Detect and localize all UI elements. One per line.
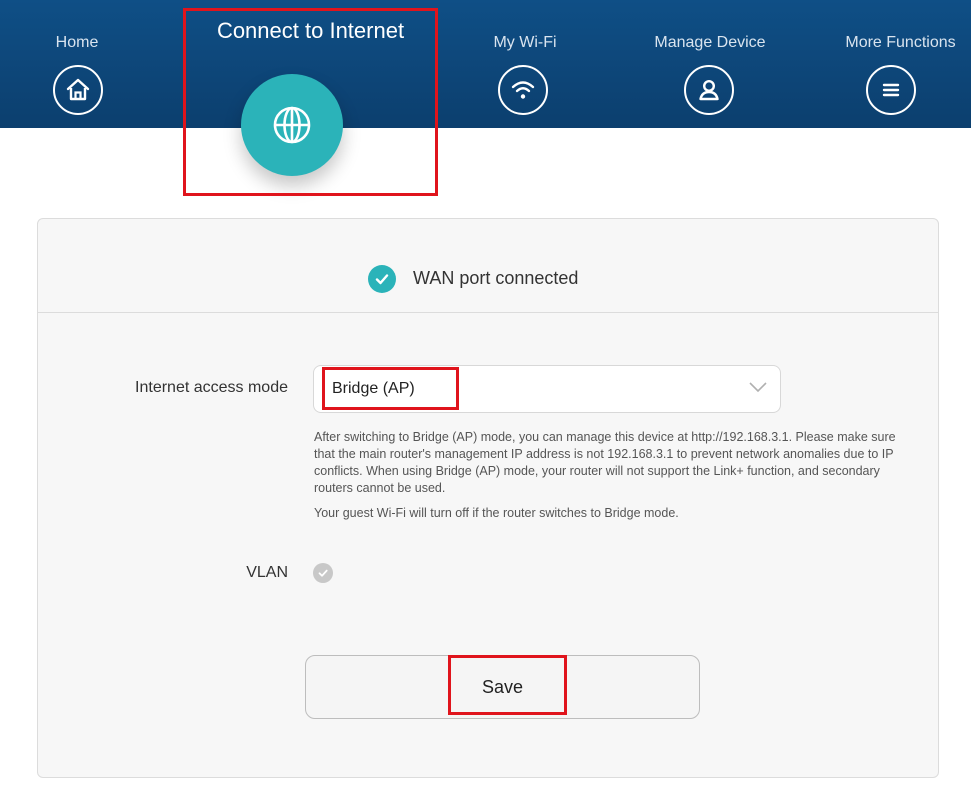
- wan-status-row: WAN port connected: [38, 219, 938, 313]
- vlan-checkbox[interactable]: [313, 563, 333, 583]
- bridge-help-text: After switching to Bridge (AP) mode, you…: [314, 429, 914, 530]
- help-paragraph-bridge: After switching to Bridge (AP) mode, you…: [314, 430, 896, 495]
- vlan-label: VLAN: [246, 564, 288, 581]
- help-paragraph-guest: Your guest Wi-Fi will turn off if the ro…: [314, 506, 679, 520]
- access-mode-value: Bridge (AP): [332, 380, 415, 397]
- check-icon: [368, 265, 396, 293]
- user-icon[interactable]: [684, 65, 734, 115]
- nav-label-more: More Functions: [845, 34, 956, 51]
- top-navigation: Home My Wi-Fi Manage Device More Functio…: [0, 0, 971, 128]
- home-icon[interactable]: [53, 65, 103, 115]
- nav-label-home: Home: [55, 34, 99, 51]
- nav-label-wifi: My Wi-Fi: [493, 34, 557, 51]
- menu-icon[interactable]: [866, 65, 916, 115]
- chevron-down-icon: [748, 380, 768, 399]
- access-mode-select[interactable]: Bridge (AP): [313, 365, 781, 413]
- access-mode-label: Internet access mode: [135, 379, 288, 396]
- globe-icon[interactable]: [241, 74, 343, 176]
- wifi-icon[interactable]: [498, 65, 548, 115]
- nav-label-manage: Manage Device: [654, 34, 766, 51]
- nav-label-internet: Connect to Internet: [216, 18, 405, 43]
- settings-card: WAN port connected Internet access mode …: [37, 218, 939, 778]
- nav-item-connect-to-internet[interactable]: Connect to Internet: [183, 8, 438, 196]
- wan-status-text: WAN port connected: [413, 268, 579, 288]
- save-button[interactable]: Save: [305, 655, 700, 719]
